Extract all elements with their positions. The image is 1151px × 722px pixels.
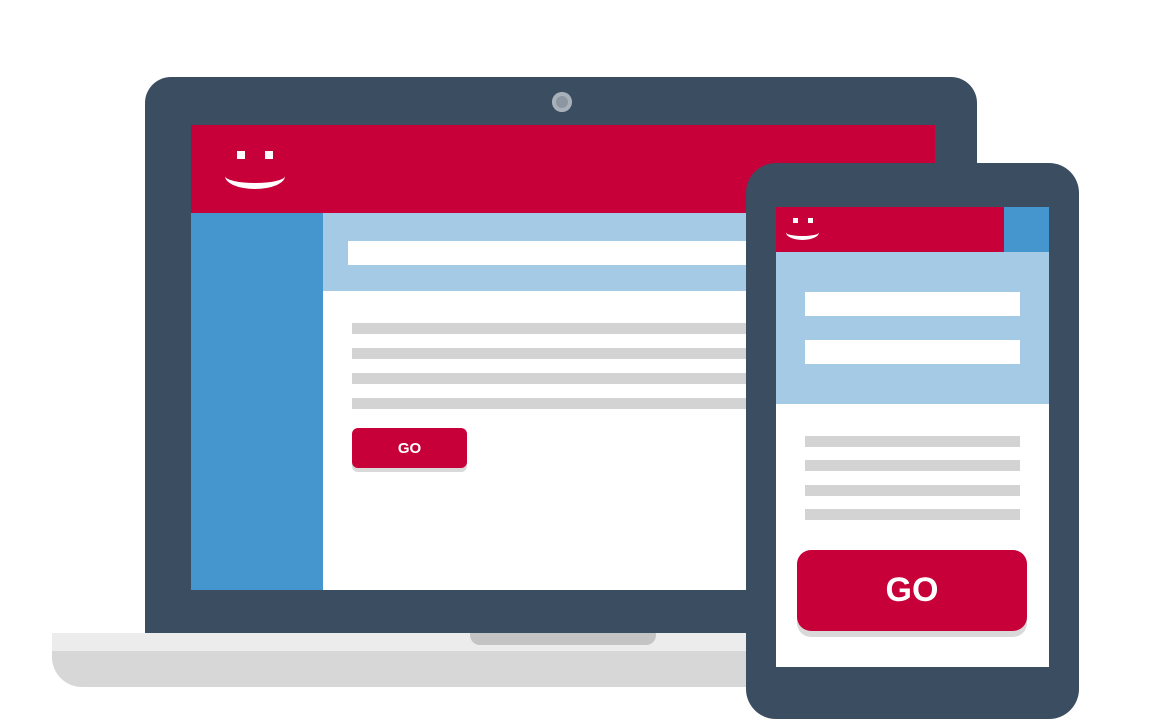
tablet-form-band — [776, 252, 1049, 404]
tablet-text-line — [805, 436, 1020, 447]
tablet-input-field[interactable] — [805, 292, 1020, 316]
tablet-text-line — [805, 509, 1020, 520]
laptop-opening-notch — [470, 633, 656, 645]
tablet-screen: GO — [776, 207, 1049, 667]
laptop-sidebar — [191, 213, 323, 590]
tablet-header-bar — [776, 207, 1004, 252]
tablet-text-line — [805, 460, 1020, 471]
tablet-text-line — [805, 485, 1020, 496]
tablet-go-button[interactable]: GO — [797, 550, 1027, 631]
smiley-face-icon — [786, 217, 820, 240]
laptop-go-button[interactable]: GO — [352, 428, 467, 468]
webcam-icon — [552, 92, 572, 112]
smiley-face-icon — [225, 149, 287, 189]
tablet-menu-block[interactable] — [1004, 207, 1049, 252]
tablet-input-field[interactable] — [805, 340, 1020, 364]
laptop-base-deck — [52, 633, 788, 651]
